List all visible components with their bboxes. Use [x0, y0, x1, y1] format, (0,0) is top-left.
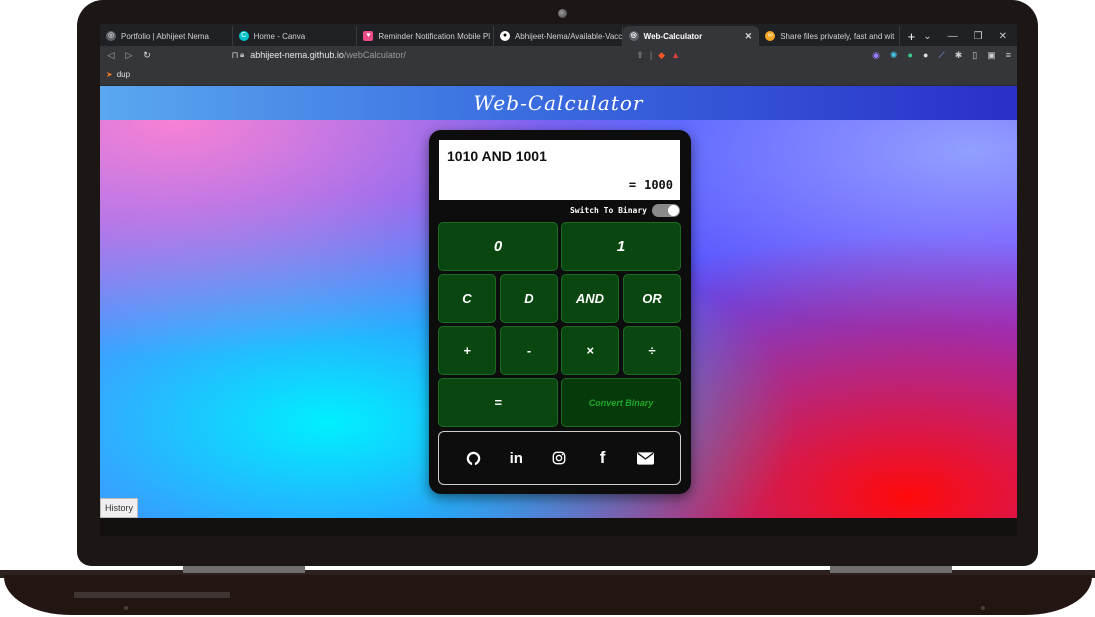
result-value: 1000 — [644, 178, 673, 192]
tab-web-calculator[interactable]: ◎ Web-Calculator ✕ — [622, 26, 760, 46]
url-host: abhijeet-nema.github.io — [250, 50, 344, 60]
tab-github[interactable]: ● Abhijeet-Nema/Available-Vaccin — [494, 26, 623, 46]
key-0[interactable]: 0 — [438, 222, 558, 271]
and-button[interactable]: AND — [561, 274, 619, 323]
bookmark-dup[interactable]: dup — [117, 70, 130, 79]
sidebar-icon[interactable]: ▯ — [972, 50, 977, 61]
close-tab-icon[interactable]: ✕ — [745, 31, 753, 42]
facebook-icon[interactable]: f — [594, 448, 612, 467]
tab-share-files[interactable]: ∞ Share files privately, fast and wit — [759, 26, 900, 46]
address-bar[interactable]: 🔒︎ abhijeet-nema.github.io/webCalculator… — [240, 48, 680, 62]
new-tab-button[interactable]: + — [900, 26, 924, 46]
toggle-knob — [668, 205, 679, 216]
key-1[interactable]: 1 — [561, 222, 681, 271]
wallet-icon[interactable]: ▣ — [987, 50, 996, 61]
forward-icon[interactable]: ▷ — [120, 50, 138, 61]
laptop-foot — [124, 606, 128, 610]
folder-icon: ➤ — [106, 70, 113, 79]
brave-shields-icon[interactable]: ◆ — [658, 50, 665, 61]
equals-sign: = — [628, 178, 637, 192]
divide-button[interactable]: ÷ — [623, 326, 681, 375]
linkedin-icon[interactable]: in — [507, 449, 525, 467]
tab-title: Abhijeet-Nema/Available-Vaccin — [514, 31, 623, 41]
tab-portfolio[interactable]: ◎ Portfolio | Abhijeet Nema — [100, 26, 233, 46]
mail-icon[interactable] — [637, 449, 655, 467]
instagram-icon[interactable] — [550, 449, 568, 467]
dribbble-icon: ♥ — [363, 31, 374, 41]
url-path: /webCalculator/ — [343, 50, 406, 60]
minimize-icon[interactable]: — — [948, 31, 958, 42]
color-picker-icon[interactable]: ⟋ — [938, 50, 944, 61]
history-button[interactable]: History — [100, 498, 139, 518]
screen-bezel-bottom — [100, 518, 1017, 536]
binary-toggle[interactable] — [652, 204, 680, 217]
tab-title: Reminder Notification Mobile Pl — [378, 31, 491, 41]
tab-title: Share files privately, fast and wit — [780, 31, 895, 41]
github-icon[interactable] — [464, 449, 482, 467]
result-line: = 1000 — [629, 178, 673, 192]
bookmarks-bar: ➤ dup — [100, 64, 1017, 86]
browser-window: ◎ Portfolio | Abhijeet Nema C Home - Can… — [100, 24, 1017, 518]
tab-dribbble[interactable]: ♥ Reminder Notification Mobile Pl — [357, 26, 494, 46]
clear-button[interactable]: C — [438, 274, 496, 323]
hinge-left — [183, 566, 305, 573]
tab-canva[interactable]: C Home - Canva — [233, 26, 358, 46]
tab-title: Home - Canva — [253, 31, 306, 41]
tab-bar: ◎ Portfolio | Abhijeet Nema C Home - Can… — [100, 24, 1017, 46]
minus-button[interactable]: - — [500, 326, 558, 375]
extensions-bar: ◉ ✺ ● ● ⟋ ✱ ▯ ▣ ≡ — [872, 46, 1011, 64]
binary-switch-row: Switch To Binary — [570, 204, 680, 217]
lock-icon: 🔒︎ — [240, 50, 245, 59]
extension-icon[interactable]: ◉ — [872, 50, 880, 61]
expression-text: 1010 AND 1001 — [447, 148, 547, 164]
github-icon: ● — [499, 31, 510, 41]
tab-title: Web-Calculator — [643, 31, 703, 41]
laptop-foot — [981, 606, 985, 610]
convert-binary-button[interactable]: Convert Binary — [561, 378, 681, 427]
social-links: in f — [438, 431, 681, 485]
delete-button[interactable]: D — [500, 274, 558, 323]
canva-icon: C — [238, 31, 249, 41]
globe-icon: ◎ — [628, 31, 639, 41]
close-window-icon[interactable]: ✕ — [999, 31, 1007, 42]
react-devtools-icon[interactable]: ✺ — [890, 50, 898, 61]
equals-button[interactable]: = — [438, 378, 558, 427]
puzzle-icon[interactable]: ✱ — [955, 50, 963, 61]
webcam — [558, 9, 567, 18]
back-icon[interactable]: ◁ — [102, 50, 120, 61]
page-content: Web-Calculator 1010 AND 1001 = 1000 Switc… — [100, 86, 1017, 518]
globe-icon: ◎ — [106, 31, 116, 41]
menu-icon[interactable]: ≡ — [1006, 50, 1011, 60]
reload-icon[interactable]: ↻ — [138, 50, 156, 61]
share-icon: ∞ — [765, 31, 776, 41]
extension-icon[interactable]: ● — [908, 50, 913, 60]
tab-search-icon[interactable]: ⌄ — [923, 31, 931, 42]
switch-label: Switch To Binary — [569, 206, 647, 215]
brave-rewards-icon[interactable]: ▲ — [671, 50, 680, 60]
extension-icon[interactable]: ● — [923, 50, 928, 60]
maximize-icon[interactable]: ❐ — [974, 31, 983, 42]
plus-button[interactable]: + — [438, 326, 496, 375]
share-page-icon[interactable]: ⇪ — [636, 50, 644, 61]
calculator: 1010 AND 1001 = 1000 Switch To Binary 0 1… — [429, 130, 691, 494]
laptop-slot — [74, 592, 230, 598]
or-button[interactable]: OR — [623, 274, 681, 323]
hinge-right — [830, 566, 952, 573]
browser-toolbar: ◁ ▷ ↻ ⊓ 🔒︎ abhijeet-nema.github.io/webCa… — [100, 46, 1017, 64]
tab-title: Portfolio | Abhijeet Nema — [121, 31, 209, 41]
multiply-button[interactable]: × — [561, 326, 619, 375]
site-header: Web-Calculator — [100, 86, 1017, 120]
site-title: Web-Calculator — [473, 91, 644, 115]
calculator-display: 1010 AND 1001 = 1000 — [439, 140, 680, 200]
